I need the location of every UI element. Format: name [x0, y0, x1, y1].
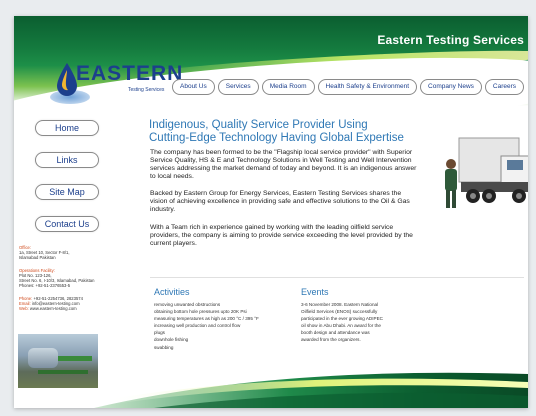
office-address: Office: 1a, Street 10, Sector F-8/1, Isl… — [19, 245, 70, 260]
footer-swoosh — [94, 372, 528, 408]
nav-hse[interactable]: Health Safety & Environment — [317, 79, 418, 95]
activity-item: obtaining bottom hole pressures upto 20K… — [154, 309, 247, 315]
intro-paragraph: The company has been formed to be the "F… — [150, 149, 417, 180]
web-link[interactable]: www.eastern-testing.com — [30, 306, 77, 311]
event-line: participated in the ever growing ADIPEC — [301, 316, 383, 322]
contact-details: Phone: +92-51-2254736, 2823574 Email: in… — [19, 296, 83, 311]
activity-item: removing unwanted obstructions — [154, 302, 221, 307]
activity-item: downhole fishing — [154, 337, 189, 343]
web-label: Web: — [19, 306, 29, 311]
activities-list: removing unwanted obstructions obtaining… — [154, 301, 259, 351]
sidebar-site-map-button[interactable]: Site Map — [35, 184, 99, 200]
activity-item: swabbing — [154, 344, 174, 350]
nav-services[interactable]: Services — [217, 79, 259, 95]
nav-media-room[interactable]: Media Room — [261, 79, 315, 95]
sidebar-links-button[interactable]: Links — [35, 152, 99, 168]
logo-wordmark: EASTERN — [76, 62, 184, 85]
company-logo[interactable]: EASTERN Testing Services — [50, 60, 182, 106]
activity-item: measuring temperatures as high as 200 °C… — [154, 316, 259, 322]
page-headline: Indigenous, Quality Service Provider Usi… — [149, 119, 419, 145]
event-line: oil show in Abu Dhabi. An award for the — [301, 323, 381, 329]
logo-subtitle: Testing Services — [128, 87, 165, 93]
truck-photo — [439, 126, 528, 221]
headline-line-2: Cutting-Edge Technology Having Global Ex… — [149, 132, 404, 144]
facility-line: Phones: +92-51-2376553-5 — [19, 283, 71, 288]
sidebar-home-button[interactable]: Home — [35, 120, 99, 136]
activity-item: increasing well production and control f… — [154, 323, 241, 329]
event-line: 3-6 November 2008. Eastern National — [301, 302, 379, 307]
content-divider — [150, 277, 524, 278]
event-line: awarded from the organizers. — [301, 337, 361, 343]
nav-careers[interactable]: Careers — [484, 79, 525, 95]
office-line: Islamabad Pakistan — [19, 255, 56, 260]
event-line: Oilfield Services (ENOS) successfully — [301, 309, 378, 315]
site-title: Eastern Testing Services — [377, 33, 524, 47]
sidebar-contact-us-button[interactable]: Contact Us — [35, 216, 99, 232]
headline-line-1: Indigenous, Quality Service Provider Usi… — [149, 119, 368, 131]
team-paragraph: With a Team rich in experience gained by… — [150, 224, 413, 247]
nav-about-us[interactable]: About Us — [172, 79, 215, 95]
top-navigation: About Us Services Media Room Health Safe… — [172, 79, 525, 95]
page: Eastern Testing Services EASTERN Testing… — [14, 16, 528, 408]
event-line: booth design and attendance was — [301, 330, 370, 336]
facility-address: Operations Facility: Plot No. 123-126, S… — [19, 268, 94, 288]
activity-item: plugs — [154, 330, 165, 336]
events-text: 3-6 November 2008. Eastern National Oilf… — [301, 301, 383, 344]
events-title: Events — [301, 287, 329, 297]
backing-paragraph: Backed by Eastern Group for Energy Servi… — [150, 190, 410, 213]
activities-title: Activities — [154, 287, 190, 297]
nav-company-news[interactable]: Company News — [420, 79, 482, 95]
